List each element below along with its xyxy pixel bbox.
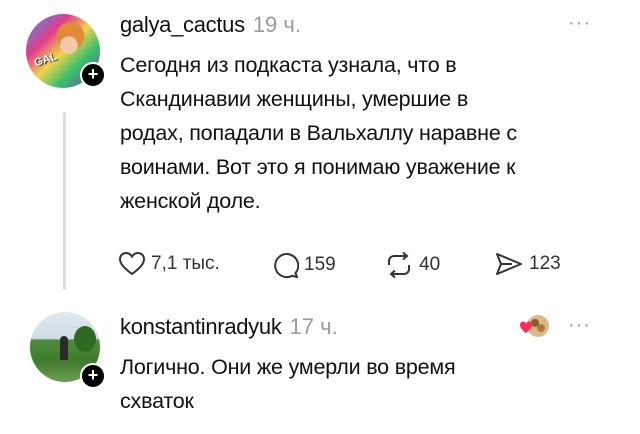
reaction-avatar-icon xyxy=(518,313,552,343)
follow-plus-button[interactable]: + xyxy=(80,363,106,389)
like-count: 7,1 тыс. xyxy=(151,253,220,274)
more-options-icon[interactable]: ··· xyxy=(568,314,591,337)
more-options-icon[interactable]: ··· xyxy=(568,12,591,35)
post-text-line: женской доле. xyxy=(120,189,261,213)
comment-bubble-icon xyxy=(274,253,299,279)
post-actions: 7,1 тыс. 159 40 123 xyxy=(0,251,640,281)
post-text-line: родах, попадали в Вальхаллу наравне с xyxy=(120,121,517,145)
username[interactable]: konstantinradyuk xyxy=(120,314,282,339)
post-header: galya_cactus 19 ч. xyxy=(120,12,301,38)
heart-icon xyxy=(118,251,146,276)
like-button[interactable]: 7,1 тыс. xyxy=(118,251,220,277)
comment-button[interactable]: 159 xyxy=(271,251,336,279)
comment-count: 159 xyxy=(304,254,336,275)
username[interactable]: galya_cactus xyxy=(120,12,245,37)
share-count: 123 xyxy=(529,253,561,274)
send-icon xyxy=(496,253,522,275)
post-text-line: Скандинавии женщины, умершие в xyxy=(120,87,469,111)
reply-text: Логично. Они же умерли во время схваток xyxy=(120,350,456,418)
reply-text-line: схваток xyxy=(120,389,194,413)
post-time: 19 ч. xyxy=(252,12,301,37)
reply-time: 17 ч. xyxy=(289,314,338,339)
post-text-line: воинами. Вот это я понимаю уважение к xyxy=(120,155,516,179)
follow-plus-button[interactable]: + xyxy=(80,62,106,88)
share-button[interactable]: 123 xyxy=(494,251,561,277)
avatar-person xyxy=(60,336,68,360)
repost-button[interactable]: 40 xyxy=(384,251,440,279)
avatar-tree xyxy=(74,326,96,352)
post-text: Сегодня из подкаста узнала, что в Сканди… xyxy=(120,48,517,218)
repost-count: 40 xyxy=(419,254,441,275)
reply-header: konstantinradyuk 17 ч. xyxy=(120,314,338,340)
post-text-line: Сегодня из подкаста узнала, что в xyxy=(120,53,457,77)
repost-icon xyxy=(388,251,410,279)
avatar-graffiti-text: GAL xyxy=(32,50,59,70)
reply-text-line: Логично. Они же умерли во время xyxy=(120,355,456,379)
